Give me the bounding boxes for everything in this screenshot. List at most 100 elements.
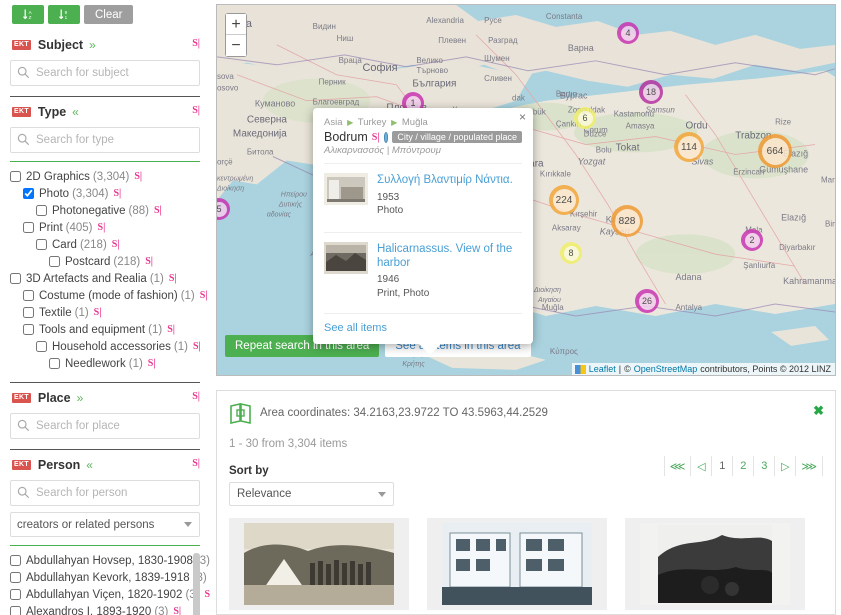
type-facet-s-icon[interactable]: S|	[148, 358, 156, 369]
map-cluster-marker[interactable]: 26	[635, 289, 659, 313]
popup-item-title[interactable]: Συλλογή Βλαντιμίρ Νάντια.	[377, 173, 513, 187]
map-cluster-marker[interactable]: 2	[741, 229, 763, 251]
clear-filters-button[interactable]: Clear	[84, 5, 133, 24]
popup-close-icon[interactable]: ×	[519, 111, 526, 123]
openstreetmap-link[interactable]: OpenStreetMap	[634, 364, 698, 374]
map-cluster-marker[interactable]: 664	[758, 134, 792, 168]
facet-type-header[interactable]: EKT Type « S|	[8, 101, 202, 123]
results-close-icon[interactable]: ✖	[813, 403, 824, 419]
breadcrumb-item[interactable]: Muğla	[402, 117, 428, 128]
person-facet-item[interactable]: Alexandros I, 1893-1920(3)S|	[10, 603, 191, 615]
person-search-input[interactable]	[10, 480, 200, 506]
leaflet-link[interactable]: Leaflet	[589, 364, 616, 374]
result-card[interactable]	[625, 518, 805, 610]
type-facet-item[interactable]: Costume (mode of fashion)(1)S|	[10, 287, 200, 304]
type-facet-item[interactable]: Photonegative(88)S|	[10, 202, 200, 219]
map-cluster-marker[interactable]: 4	[617, 22, 639, 44]
person-facet-s-icon[interactable]: S|	[205, 589, 210, 600]
globe-icon[interactable]	[384, 132, 389, 143]
type-search-input[interactable]	[10, 127, 200, 153]
chevron-up-icon[interactable]: «	[86, 459, 93, 471]
facet-person-header[interactable]: EKT Person « S|	[8, 454, 202, 476]
place-search-input[interactable]	[10, 413, 200, 439]
chevron-up-icon[interactable]: «	[72, 106, 79, 118]
type-facet-item[interactable]: 2D Graphics(3,304)S|	[10, 168, 200, 185]
popup-result-item[interactable]: Συλλογή Βλαντιμίρ Νάντια. 1953 Photo	[324, 163, 522, 224]
type-facet-s-icon[interactable]: S|	[114, 188, 122, 199]
popup-item-title[interactable]: Halicarnassus. View of the harbor	[377, 242, 522, 271]
type-facet-checkbox[interactable]	[23, 307, 34, 318]
map-cluster-marker[interactable]: 828	[611, 205, 643, 237]
result-card[interactable]	[427, 518, 607, 610]
type-facet-item[interactable]: Photo(3,304)S|	[10, 185, 200, 202]
pagination-last[interactable]: ⋙	[796, 456, 823, 476]
pagination-prev[interactable]: ◁	[691, 456, 712, 476]
facet-place-header[interactable]: EKT Place » S|	[8, 387, 202, 409]
type-facet-checkbox[interactable]	[36, 239, 47, 250]
person-facet-item[interactable]: Abdullahyan Hovsep, 1830-1908(3)S|	[10, 552, 191, 569]
person-facet-checkbox[interactable]	[10, 589, 21, 600]
type-facet-item[interactable]: Card(218)S|	[10, 236, 200, 253]
facet-place-s-icon[interactable]: S|	[192, 391, 200, 402]
type-facet-checkbox[interactable]	[23, 222, 34, 233]
results-map[interactable]: рбија Видин Враца Ниш Alexandria Русе Co…	[216, 4, 836, 376]
type-facet-item[interactable]: Needlework(1)S|	[10, 355, 200, 372]
type-facet-checkbox[interactable]	[49, 256, 60, 267]
type-facet-item[interactable]: Textile(1)S|	[10, 304, 200, 321]
type-facet-s-icon[interactable]: S|	[94, 307, 102, 318]
type-facet-checkbox[interactable]	[10, 171, 21, 182]
person-facet-item[interactable]: Abdullahyan Kevork, 1839-1918(3)S|	[10, 569, 191, 586]
type-facet-s-icon[interactable]: S|	[145, 256, 153, 267]
sort-numeric-button[interactable]: 9 1	[48, 5, 80, 24]
type-facet-s-icon[interactable]: S|	[167, 324, 175, 335]
breadcrumb-item[interactable]: Asia	[324, 117, 342, 128]
person-facet-checkbox[interactable]	[10, 555, 21, 566]
map-cluster-marker[interactable]: 224	[549, 185, 579, 215]
type-facet-s-icon[interactable]: S|	[98, 222, 106, 233]
facet-person-s-icon[interactable]: S|	[192, 458, 200, 469]
type-facet-s-icon[interactable]: S|	[112, 239, 120, 250]
person-facet-item[interactable]: Abdullahyan Viçen, 1820-1902(3)S|	[10, 586, 191, 603]
chevron-down-icon[interactable]: »	[77, 392, 84, 404]
type-facet-checkbox[interactable]	[10, 273, 21, 284]
type-facet-s-icon[interactable]: S|	[200, 290, 208, 301]
map-cluster-marker[interactable]: 18	[639, 80, 663, 104]
type-facet-s-icon[interactable]: S|	[193, 341, 201, 352]
popup-see-all-items-link[interactable]: See all items	[324, 313, 522, 334]
type-facet-checkbox[interactable]	[36, 205, 47, 216]
type-facet-item[interactable]: Postcard(218)S|	[10, 253, 200, 270]
popup-result-item[interactable]: Halicarnassus. View of the harbor 1946 P…	[324, 232, 522, 308]
popup-s-icon[interactable]: S|	[372, 132, 380, 143]
type-facet-item[interactable]: Tools and equipment(1)S|	[10, 321, 200, 338]
person-facet-s-icon[interactable]: S|	[173, 606, 181, 615]
type-facet-s-icon[interactable]: S|	[134, 171, 142, 182]
facet-subject-s-icon[interactable]: S|	[192, 38, 200, 49]
facet-type-s-icon[interactable]: S|	[192, 105, 200, 116]
type-facet-item[interactable]: Household accessories(1)S|	[10, 338, 200, 355]
pagination-first[interactable]: ⋘	[664, 456, 692, 476]
map-zoom-out-button[interactable]: −	[226, 35, 246, 56]
facet-subject-header[interactable]: EKT Subject » S|	[8, 34, 202, 56]
type-facet-item[interactable]: 3D Artefacts and Realia(1)S|	[10, 270, 200, 287]
type-facet-checkbox[interactable]	[23, 324, 34, 335]
type-facet-checkbox[interactable]	[23, 188, 34, 199]
result-card[interactable]	[229, 518, 409, 610]
person-facet-checkbox[interactable]	[10, 606, 21, 615]
person-role-select[interactable]: creators or related persons	[10, 512, 200, 537]
type-facet-checkbox[interactable]	[49, 358, 60, 369]
person-facet-checkbox[interactable]	[10, 572, 21, 583]
subject-search-input[interactable]	[10, 60, 200, 86]
map-cluster-marker[interactable]: 8	[560, 242, 582, 264]
map-cluster-marker[interactable]: 6	[574, 107, 596, 129]
type-facet-s-icon[interactable]: S|	[154, 205, 162, 216]
sort-alpha-button[interactable]: A Z	[12, 5, 44, 24]
type-facet-checkbox[interactable]	[36, 341, 47, 352]
type-facet-item[interactable]: Print(405)S|	[10, 219, 200, 236]
type-facet-checkbox[interactable]	[23, 290, 34, 301]
breadcrumb-item[interactable]: Turkey	[358, 117, 387, 128]
pagination-next[interactable]: ▷	[775, 456, 796, 476]
person-list-scrollbar[interactable]	[193, 553, 200, 615]
chevron-down-icon[interactable]: »	[89, 39, 96, 51]
pagination-page[interactable]: 3	[754, 456, 775, 476]
map-zoom-in-button[interactable]: +	[226, 14, 246, 35]
